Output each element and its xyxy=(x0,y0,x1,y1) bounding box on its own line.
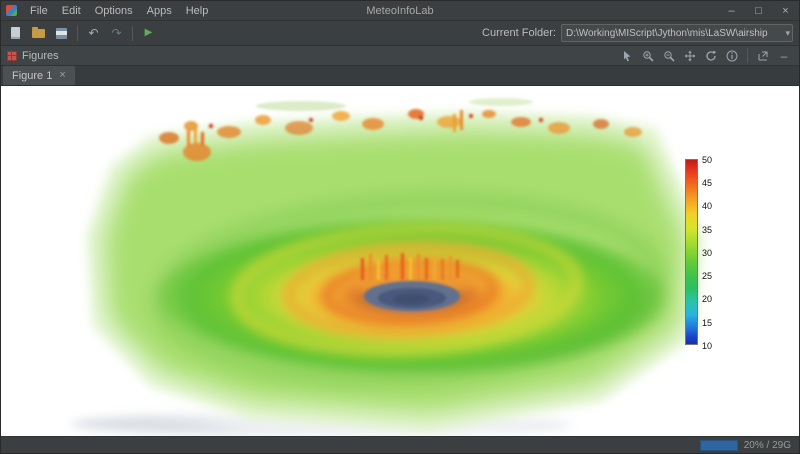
app-logo-icon xyxy=(6,5,17,16)
undo-icon: ↶ xyxy=(88,26,99,40)
colorbar-tick: 20 xyxy=(702,294,713,304)
hurricane-3d-volume-plot[interactable] xyxy=(1,86,799,436)
undock-arrow-icon xyxy=(758,51,768,60)
colorbar-tick: 25 xyxy=(702,271,713,281)
colorbar-tick: 45 xyxy=(702,178,713,188)
run-script-button[interactable]: ▶ xyxy=(138,23,159,43)
tab-close-icon[interactable]: × xyxy=(59,70,65,81)
tab-figure-1[interactable]: Figure 1 × xyxy=(3,66,75,85)
new-script-button[interactable] xyxy=(5,23,26,43)
memory-usage-bar xyxy=(699,439,738,451)
main-toolbar: ↶ ↷ ▶ Current Folder: D:\Working\MIScrip… xyxy=(1,21,799,46)
hide-panel-button[interactable]: – xyxy=(775,47,793,64)
minimize-button[interactable]: – xyxy=(718,1,745,20)
undo-button[interactable]: ↶ xyxy=(83,23,104,43)
status-bar: 20% / 29G xyxy=(1,436,799,453)
rotate-icon xyxy=(706,50,717,61)
toolbar-separator xyxy=(77,25,78,41)
zoom-out-icon xyxy=(664,50,675,62)
new-file-icon xyxy=(11,27,20,39)
colorbar-legend: 50 45 40 35 30 25 20 15 10 xyxy=(685,155,731,351)
current-folder-label: Current Folder: xyxy=(482,27,556,39)
app-window: File Edit Options Apps Help MeteoInfoLab… xyxy=(0,0,800,454)
colorbar-tick: 30 xyxy=(702,248,713,258)
toolbar-separator xyxy=(132,25,133,41)
redo-button[interactable]: ↷ xyxy=(106,23,127,43)
colorbar-tick: 50 xyxy=(702,155,713,165)
header-separator xyxy=(747,48,748,63)
chevron-down-icon[interactable]: ▾ xyxy=(783,28,790,39)
title-bar: File Edit Options Apps Help MeteoInfoLab… xyxy=(1,1,799,21)
open-folder-icon xyxy=(32,26,45,38)
colorbar-tick: 40 xyxy=(702,201,713,211)
colorbar-tick: 35 xyxy=(702,225,713,235)
select-tool-button[interactable] xyxy=(618,47,636,64)
hide-panel-icon: – xyxy=(780,48,788,63)
run-icon: ▶ xyxy=(144,27,153,38)
colorbar-gradient xyxy=(685,159,698,345)
figure-tools: – xyxy=(618,47,793,64)
figures-panel-header: Figures – xyxy=(1,46,799,66)
storm-eye xyxy=(364,281,460,311)
memory-usage-text: 20% / 29G xyxy=(743,439,791,451)
close-button[interactable]: × xyxy=(772,1,799,20)
zoom-in-button[interactable] xyxy=(639,47,657,64)
redo-icon: ↷ xyxy=(111,26,122,40)
menu-options[interactable]: Options xyxy=(88,1,140,20)
figure-tab-bar: Figure 1 × xyxy=(1,66,799,86)
menu-file[interactable]: File xyxy=(23,1,55,20)
colorbar-tick: 15 xyxy=(702,318,713,328)
maximize-button[interactable]: □ xyxy=(745,1,772,20)
menu-edit[interactable]: Edit xyxy=(55,1,88,20)
info-icon xyxy=(726,50,738,61)
pan-button[interactable] xyxy=(681,47,699,64)
current-folder-path: D:\Working\MIScript\Jython\mis\LaSW\airs… xyxy=(566,27,768,39)
menu-help[interactable]: Help xyxy=(179,1,216,20)
zoom-out-button[interactable] xyxy=(660,47,678,64)
figures-panel-icon xyxy=(7,50,17,61)
current-folder-group: Current Folder: D:\Working\MIScript\Jyth… xyxy=(482,24,795,42)
pan-move-icon xyxy=(684,50,696,61)
current-folder-combobox[interactable]: D:\Working\MIScript\Jython\mis\LaSW\airs… xyxy=(561,24,793,42)
rotate-button[interactable] xyxy=(702,47,720,64)
zoom-in-icon xyxy=(643,50,654,62)
window-controls: – □ × xyxy=(718,1,799,20)
figure-canvas-area: 50 45 40 35 30 25 20 15 10 xyxy=(1,86,799,436)
colorbar-tick: 10 xyxy=(702,341,713,351)
identify-button[interactable] xyxy=(723,47,741,64)
save-icon xyxy=(56,27,67,39)
volume-rendering xyxy=(71,98,717,436)
open-file-button[interactable] xyxy=(28,23,49,43)
save-button[interactable] xyxy=(51,23,72,43)
float-panel-button[interactable] xyxy=(754,47,772,64)
cursor-arrow-icon xyxy=(624,50,631,61)
tab-label: Figure 1 xyxy=(12,69,53,82)
menu-apps[interactable]: Apps xyxy=(140,1,179,20)
figures-panel-title: Figures xyxy=(22,49,59,62)
